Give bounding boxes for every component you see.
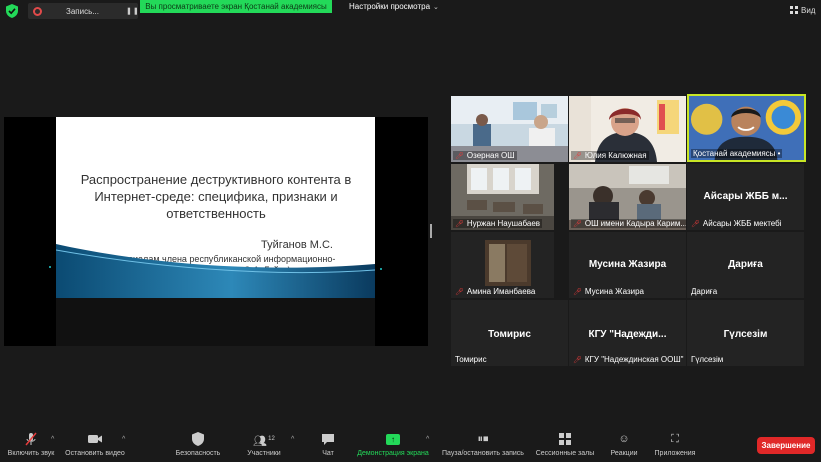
participant-name: Қостанай академиясы •: [691, 149, 783, 158]
chat-button[interactable]: Чат: [314, 432, 342, 457]
participant-name: 🎤︎ КГУ "Надеждинская ООШ": [573, 355, 684, 364]
reactions-button[interactable]: ☺︎ Реакции: [606, 432, 642, 457]
participant-tile[interactable]: Айсары ЖББ м... 🎤︎ Айсары ЖББ мектебі: [687, 164, 804, 230]
recording-label: Запись...: [66, 6, 99, 16]
chat-label: Чат: [322, 450, 334, 457]
presentation-slide: Распространение деструктивного контента …: [56, 117, 375, 298]
share-screen-label: Демонстрация экрана: [357, 450, 429, 457]
share-banner: Вы просматриваете экран Қостанай академи…: [140, 0, 332, 13]
recording-indicator: Запись...: [28, 3, 138, 19]
breakout-rooms-button[interactable]: Сессионные залы: [534, 432, 596, 457]
participant-name: Гүлсезім: [691, 355, 724, 364]
security-label: Безопасность: [175, 450, 221, 457]
participant-tile[interactable]: 🎤︎ Нуржан Наушабаев: [451, 164, 554, 230]
participants-button[interactable]: 👥︎12 Участники: [244, 432, 284, 457]
participant-name: 🎤︎ Айсары ЖББ мектебі: [691, 219, 782, 228]
participant-display-name: Айсары ЖББ м...: [703, 191, 788, 202]
stop-video-button[interactable]: Остановить видео: [64, 432, 126, 457]
participant-tile[interactable]: 🎤︎ ОШ имени Кадыра Карим...: [569, 164, 686, 230]
participants-icon: 👥︎12: [253, 435, 275, 448]
share-screen-button[interactable]: ↑ Демонстрация экрана: [355, 432, 431, 457]
stop-video-label: Остановить видео: [65, 450, 125, 457]
muted-mic-icon: 🎤︎: [455, 152, 464, 160]
participants-options-chevron-icon[interactable]: ^: [291, 436, 294, 443]
participant-tile[interactable]: 🎤︎ Юлия Калюжная: [569, 96, 686, 162]
slide-title: Распространение деструктивного контента …: [80, 172, 352, 221]
view-settings-label: Настройки просмотра: [349, 2, 431, 11]
participant-name: 🎤︎ Нуржан Наушабаев: [453, 219, 543, 228]
security-shield-icon[interactable]: [6, 4, 18, 18]
breakout-rooms-icon: [559, 433, 571, 445]
video-options-chevron-icon[interactable]: ^: [122, 436, 125, 443]
grid-view-icon: [790, 6, 798, 14]
participant-display-name: КГУ "Надежди...: [588, 329, 667, 340]
audio-options-chevron-icon[interactable]: ^: [51, 436, 54, 443]
slide-bottom-band: [56, 298, 375, 346]
meeting-toolbar: Включить звук ^ Остановить видео ^ Безоп…: [0, 426, 821, 462]
decoration-dot: [49, 266, 51, 268]
participant-tile[interactable]: КГУ "Надежди... 🎤︎ КГУ "Надеждинская ООШ": [569, 300, 686, 366]
participant-name: 🎤︎ Озерная ОШ: [453, 151, 517, 160]
shared-screen: Распространение деструктивного контента …: [4, 117, 428, 346]
participant-name: Томирис: [455, 355, 487, 364]
participant-tile[interactable]: 🎤︎ Озерная ОШ: [451, 96, 568, 162]
participants-label: Участники: [247, 450, 281, 457]
participant-display-name: Мусина Жазира: [588, 259, 667, 270]
pause-recording-icon[interactable]: ❚❚: [126, 8, 140, 15]
participant-tile[interactable]: 🎤︎ Амина Иманбаева: [451, 232, 554, 298]
reactions-icon: ☺︎: [618, 433, 630, 445]
chat-bubble-icon: [322, 434, 334, 445]
video-camera-icon: [88, 435, 102, 443]
view-settings-menu[interactable]: Настройки просмотра ⌄: [349, 2, 439, 11]
participant-name: 🎤︎ Юлия Калюжная: [571, 151, 649, 160]
participant-tile-active-speaker[interactable]: Қостанай академиясы •: [687, 94, 806, 162]
end-meeting-button[interactable]: Завершение: [757, 437, 815, 454]
pause-stop-icon: ⏸︎⏹︎: [477, 433, 489, 445]
view-button[interactable]: Вид: [790, 6, 815, 15]
decoration-dot: [380, 268, 382, 270]
participant-tile[interactable]: Мусина Жазира 🎤︎ Мусина Жазира: [569, 232, 686, 298]
participant-name: 🎤︎ Мусина Жазира: [573, 287, 644, 296]
participant-tile[interactable]: Дариға Дариға: [687, 232, 804, 298]
unmute-label: Включить звук: [7, 450, 55, 457]
muted-mic-icon: 🎤︎: [573, 288, 582, 296]
participant-display-name: Дариға: [728, 259, 763, 270]
participant-display-name: Гүлсезім: [723, 329, 768, 340]
muted-mic-icon: 🎤︎: [573, 356, 582, 364]
share-options-chevron-icon[interactable]: ^: [426, 436, 429, 443]
participant-display-name: Томирис: [488, 329, 531, 340]
share-screen-icon: ↑: [355, 432, 431, 446]
participant-tile[interactable]: Гүлсезім Гүлсезім: [687, 300, 804, 366]
participants-count: 12: [268, 436, 275, 442]
reactions-label: Реакции: [610, 450, 638, 457]
pause-stop-recording-label: Пауза/остановить запись: [442, 450, 524, 457]
muted-mic-icon: 🎤︎: [691, 220, 700, 228]
muted-mic-icon: 🎤︎: [455, 288, 464, 296]
top-bar: Запись... ❚❚ ■ Вы просматриваете экран Қ…: [0, 0, 821, 22]
view-label: Вид: [801, 6, 816, 15]
record-icon: [33, 6, 42, 16]
split-resize-handle[interactable]: [430, 224, 432, 238]
chevron-down-icon: ⌄: [433, 4, 439, 11]
participant-name: Дариға: [691, 287, 718, 296]
participant-name: 🎤︎ ОШ имени Кадыра Карим...: [571, 219, 686, 228]
muted-microphone-icon: [25, 432, 37, 446]
muted-mic-icon: 🎤︎: [573, 152, 582, 160]
apps-button[interactable]: ⛶ Приложения: [650, 432, 700, 457]
security-button[interactable]: Безопасность: [172, 432, 224, 457]
breakout-rooms-label: Сессионные залы: [535, 450, 595, 457]
apps-label: Приложения: [654, 450, 696, 457]
participant-tile[interactable]: Томирис Томирис: [451, 300, 568, 366]
shield-icon: [192, 432, 204, 446]
participant-name: 🎤︎ Амина Иманбаева: [455, 287, 536, 296]
muted-mic-icon: 🎤︎: [455, 220, 464, 228]
apps-icon: ⛶: [671, 433, 679, 445]
pause-stop-recording-button[interactable]: ⏸︎⏹︎ Пауза/остановить запись: [440, 432, 526, 457]
unmute-button[interactable]: Включить звук: [6, 432, 56, 457]
slide-wave-decoration: [56, 244, 375, 298]
muted-mic-icon: 🎤︎: [573, 220, 582, 228]
